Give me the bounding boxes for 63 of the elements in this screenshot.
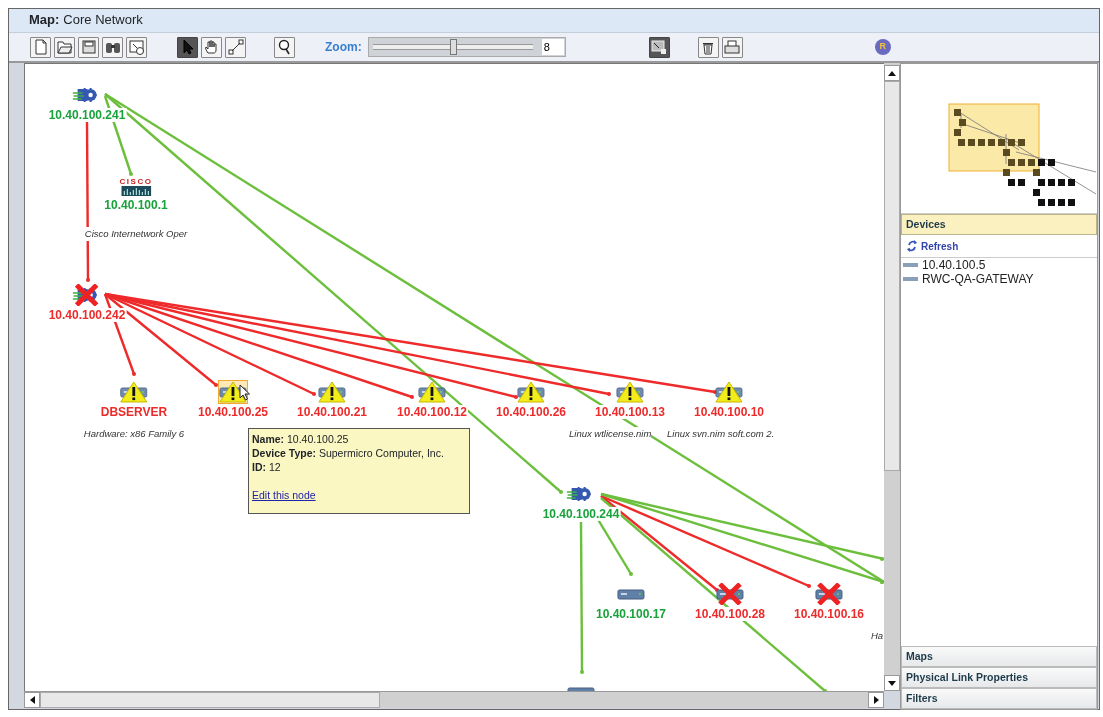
node-label: 10.40.100.21 <box>295 405 369 419</box>
node-label: 10.40.100.241 <box>47 108 127 122</box>
right-arrow-icon <box>873 696 879 704</box>
print-button[interactable] <box>721 36 743 58</box>
node-label: 10.40.100.242 <box>47 308 127 322</box>
connector-icon <box>227 39 244 55</box>
section-header[interactable]: Physical Link Properties <box>901 667 1097 688</box>
tooltip-line: Name: 10.40.100.25 <box>252 432 350 446</box>
image-export-icon <box>128 39 145 55</box>
vertical-scrollbar[interactable] <box>884 63 900 691</box>
device-list-item[interactable]: 10.40.100.5 <box>922 258 986 272</box>
magnifier-icon <box>277 39 292 55</box>
document-icon <box>33 39 48 55</box>
left-arrow-icon <box>29 696 35 704</box>
node-label: 10.40.100.244 <box>541 507 621 521</box>
pan-tool-button[interactable] <box>201 36 222 58</box>
hand-icon <box>203 39 220 55</box>
down-arrow-icon <box>888 680 896 686</box>
node-label: 10.40.100.17 <box>594 607 668 621</box>
pointer-icon <box>181 39 194 55</box>
section-header[interactable]: Maps <box>901 646 1097 667</box>
edit-node-link[interactable]: Edit this node <box>252 489 316 501</box>
node-label: 10.40.100.12 <box>395 405 469 419</box>
node-label: 10.40.100.13 <box>593 405 667 419</box>
save-button[interactable] <box>78 36 99 58</box>
lock-map-button[interactable] <box>648 36 670 58</box>
node-label: 10.40.100.1 <box>103 198 169 212</box>
device-icon <box>903 263 918 267</box>
node-label: DBSERVER <box>99 405 169 419</box>
connect-tool-button[interactable] <box>225 36 246 58</box>
mouse-pointer-icon <box>239 384 250 401</box>
node-label: 10.40.100.26 <box>494 405 568 419</box>
node-description: Cisco Internetwork Oper <box>84 227 188 242</box>
horizontal-scrollbar[interactable] <box>24 691 884 708</box>
node-description: Hardware: x86 Family 6 <box>83 427 185 442</box>
printer-icon <box>724 39 741 55</box>
up-arrow-icon <box>888 70 896 76</box>
binoculars-icon <box>104 40 121 54</box>
section-header[interactable]: Filters <box>901 688 1097 709</box>
locked-map-icon <box>651 39 668 55</box>
tooltip-line: Device Type: Supermicro Computer, Inc. <box>252 446 445 460</box>
node-label: 10.40.100.10 <box>692 405 766 419</box>
status-badge: R <box>874 39 891 55</box>
export-button[interactable] <box>126 36 147 58</box>
node-label: 10.40.100.16 <box>792 607 866 621</box>
section-header[interactable]: Devices <box>901 214 1097 235</box>
folder-icon <box>56 40 73 54</box>
pointer-tool-button[interactable] <box>177 36 198 58</box>
open-button[interactable] <box>54 36 75 58</box>
refresh-button[interactable]: Refresh <box>907 238 959 254</box>
zoom-tool-button[interactable] <box>274 36 295 58</box>
node-label: 10.40.100.28 <box>693 607 767 621</box>
zoom-label: Zoom: <box>325 39 362 56</box>
node-label: 10.40.100.25 <box>196 405 270 419</box>
new-document-button[interactable] <box>30 36 51 58</box>
window-title: Core Network <box>63 12 143 27</box>
device-list-item[interactable]: RWC-QA-GATEWAY <box>922 272 1034 286</box>
device-icon <box>903 277 918 281</box>
delete-button[interactable] <box>697 36 719 58</box>
refresh-icon <box>907 240 917 252</box>
find-button[interactable] <box>102 36 123 58</box>
tooltip-line: ID: 12 <box>252 460 282 474</box>
title-label: Map: <box>29 12 60 27</box>
